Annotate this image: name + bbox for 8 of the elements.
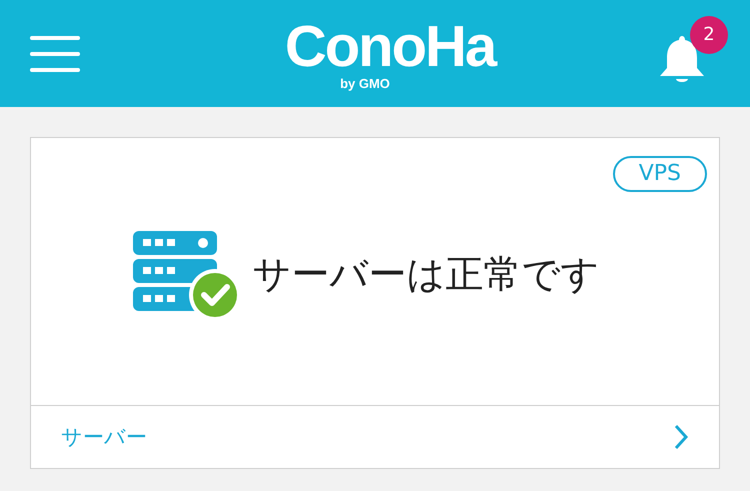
logo-byline: by GMO xyxy=(340,76,390,90)
logo-text: ConoHa xyxy=(284,16,496,76)
server-link[interactable]: サーバー xyxy=(31,406,719,468)
bell-icon[interactable] xyxy=(658,34,706,84)
vps-tag: VPS xyxy=(612,156,707,192)
notification-badge: 2 xyxy=(690,16,728,54)
status-message: サーバーは正常です xyxy=(252,251,600,298)
chevron-right-icon xyxy=(673,424,689,450)
